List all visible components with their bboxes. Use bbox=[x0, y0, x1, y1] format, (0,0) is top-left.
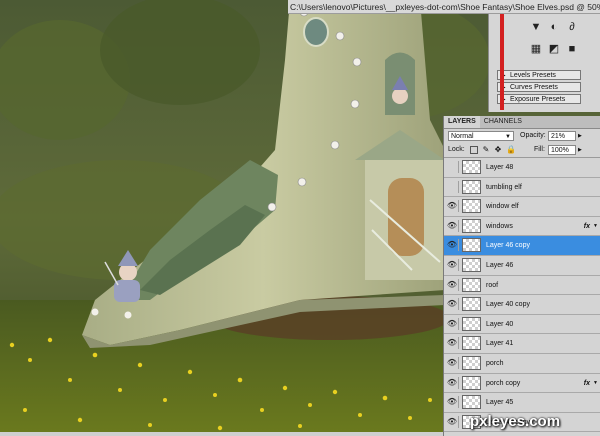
layer-row[interactable]: 👁 Layer 41 bbox=[444, 334, 600, 354]
fill-input[interactable]: 100% bbox=[548, 145, 576, 155]
layer-thumbnail[interactable] bbox=[462, 395, 481, 410]
opacity-value: 21% bbox=[551, 133, 566, 140]
eye-icon[interactable]: 👁 bbox=[446, 258, 459, 271]
tab-layers[interactable]: LAYERS bbox=[444, 116, 480, 128]
layer-name[interactable]: roof bbox=[486, 276, 498, 295]
lock-label: Lock: bbox=[448, 146, 465, 153]
document-title: C:\Users\lenovo\Pictures\__pxleyes-dot-c… bbox=[290, 2, 600, 12]
layer-row[interactable]: tumbling elf bbox=[444, 177, 600, 198]
layer-row[interactable]: 👁 window elf bbox=[444, 197, 600, 217]
eye-icon[interactable]: 👁 bbox=[446, 298, 459, 311]
layer-thumbnail[interactable] bbox=[462, 297, 481, 312]
lock-icon[interactable]: 🔒 bbox=[506, 146, 516, 154]
layer-name[interactable]: Layer 40 copy bbox=[486, 295, 530, 314]
layer-list: Layer 48 tumbling elf 👁 window elf 👁 windows f… bbox=[444, 158, 600, 433]
layer-row[interactable]: 👁 Layer 46 bbox=[444, 255, 600, 276]
layer-row[interactable]: 👁 porch bbox=[444, 353, 600, 374]
lock-transparent-icon[interactable] bbox=[470, 146, 478, 154]
opacity-label: Opacity: bbox=[520, 132, 546, 139]
panel-divider bbox=[500, 14, 504, 110]
preset-label: Exposure Presets bbox=[510, 96, 566, 103]
layer-name[interactable]: porch copy bbox=[486, 374, 520, 393]
layer-thumbnail[interactable] bbox=[462, 257, 481, 272]
layer-thumbnail[interactable] bbox=[462, 218, 481, 233]
layer-row[interactable]: 👁 porch copy fx ▼ bbox=[444, 373, 600, 394]
document-title-bar: C:\Users\lenovo\Pictures\__pxleyes-dot-c… bbox=[288, 0, 600, 14]
curves-presets-row[interactable]: ▶ Curves Presets bbox=[497, 82, 581, 92]
eye-icon[interactable] bbox=[446, 180, 459, 193]
fx-icon[interactable]: fx bbox=[584, 374, 590, 393]
selective-color-icon[interactable]: ▦ bbox=[529, 42, 543, 56]
fill-label: Fill: bbox=[534, 146, 545, 153]
eye-icon[interactable]: 👁 bbox=[446, 200, 459, 213]
levels-tool-icon[interactable]: ▼ bbox=[529, 20, 543, 34]
eye-icon[interactable]: 👁 bbox=[446, 278, 459, 291]
layer-name[interactable]: Layer 46 bbox=[486, 256, 513, 275]
layer-row[interactable]: Layer 48 bbox=[444, 158, 600, 178]
layer-name[interactable]: Layer 48 bbox=[486, 158, 513, 177]
status-bar bbox=[0, 432, 443, 436]
lock-row: Lock: ✎ ✥ 🔒 Fill: 100% ▶ bbox=[444, 143, 600, 158]
opacity-input[interactable]: 21% bbox=[548, 131, 576, 141]
opacity-arrow-icon[interactable]: ▶ bbox=[578, 129, 582, 143]
layer-thumbnail[interactable] bbox=[462, 179, 481, 194]
eye-icon[interactable]: 👁 bbox=[446, 415, 459, 428]
channel-mixer-icon[interactable]: ∂ bbox=[565, 20, 579, 34]
layer-thumbnail[interactable] bbox=[462, 316, 481, 331]
eye-icon[interactable]: 👁 bbox=[446, 239, 459, 252]
tab-channels[interactable]: CHANNELS bbox=[480, 116, 526, 128]
gradient-map-icon[interactable]: ◩ bbox=[547, 42, 561, 56]
lock-move-icon[interactable]: ✥ bbox=[494, 146, 502, 154]
layer-thumbnail[interactable] bbox=[462, 238, 481, 253]
fill-arrow-icon[interactable]: ▶ bbox=[578, 143, 582, 157]
watermark: pxleyes.com bbox=[470, 413, 561, 430]
layer-row[interactable]: 👁 Layer 40 bbox=[444, 314, 600, 335]
preset-label: Levels Presets bbox=[510, 72, 556, 79]
layer-thumbnail[interactable] bbox=[462, 199, 481, 214]
eye-icon[interactable]: 👁 bbox=[446, 219, 459, 232]
lock-paint-icon[interactable]: ✎ bbox=[482, 146, 490, 154]
preset-label: Curves Presets bbox=[510, 84, 558, 91]
threshold-icon[interactable]: ■ bbox=[565, 42, 579, 56]
eye-icon[interactable] bbox=[446, 161, 459, 173]
expand-effects-icon[interactable]: ▼ bbox=[593, 217, 598, 236]
layer-thumbnail[interactable] bbox=[462, 336, 481, 351]
eye-icon[interactable]: 👁 bbox=[446, 356, 459, 369]
contrast-tool-icon[interactable]: ◐ bbox=[547, 20, 561, 34]
eye-icon[interactable]: 👁 bbox=[446, 376, 459, 389]
fx-icon[interactable]: fx bbox=[584, 217, 590, 236]
layer-thumbnail[interactable] bbox=[462, 355, 481, 370]
layer-row[interactable]: 👁 windows fx ▼ bbox=[444, 216, 600, 237]
layers-panel: LAYERS CHANNELS Normal ▼ Opacity: 21% ▶ … bbox=[443, 116, 600, 436]
levels-presets-row[interactable]: ▶ Levels Presets bbox=[497, 70, 581, 80]
expand-effects-icon[interactable]: ▼ bbox=[593, 374, 598, 393]
layer-row[interactable]: 👁 roof bbox=[444, 275, 600, 296]
eye-icon[interactable]: 👁 bbox=[446, 317, 459, 330]
blend-mode-value: Normal bbox=[451, 133, 474, 140]
layer-name[interactable]: porch bbox=[486, 354, 504, 373]
layer-name[interactable]: Layer 45 bbox=[486, 393, 513, 412]
layer-row[interactable]: 👁 Layer 40 copy bbox=[444, 295, 600, 315]
layer-name[interactable]: window elf bbox=[486, 197, 519, 216]
layer-row[interactable]: 👁 Layer 45 bbox=[444, 393, 600, 413]
chevron-down-icon: ▼ bbox=[505, 134, 511, 140]
layer-row[interactable]: 👁 Layer 46 copy bbox=[444, 236, 600, 256]
layer-name[interactable]: Layer 46 copy bbox=[486, 236, 530, 255]
layer-thumbnail[interactable] bbox=[462, 160, 481, 174]
layer-name[interactable]: Layer 40 bbox=[486, 315, 513, 334]
layer-thumbnail[interactable] bbox=[462, 277, 481, 292]
layer-thumbnail[interactable] bbox=[462, 375, 481, 390]
exposure-presets-row[interactable]: ▶ Exposure Presets bbox=[497, 94, 581, 104]
layer-name[interactable]: tumbling elf bbox=[486, 178, 522, 197]
layer-name[interactable]: Layer 41 bbox=[486, 334, 513, 353]
blend-mode-select[interactable]: Normal ▼ bbox=[448, 131, 514, 141]
layer-name[interactable]: windows bbox=[486, 217, 513, 236]
eye-icon[interactable]: 👁 bbox=[446, 396, 459, 409]
panel-tabs: LAYERS CHANNELS bbox=[444, 116, 600, 129]
eye-icon[interactable]: 👁 bbox=[446, 337, 459, 350]
fill-value: 100% bbox=[551, 147, 569, 154]
layer-options-row: Normal ▼ Opacity: 21% ▶ bbox=[444, 129, 600, 143]
adjustments-panel: ▼ ◐ ∂ ▦ ◩ ■ ▶ Levels Presets ▶ Curves Pr… bbox=[488, 14, 600, 112]
